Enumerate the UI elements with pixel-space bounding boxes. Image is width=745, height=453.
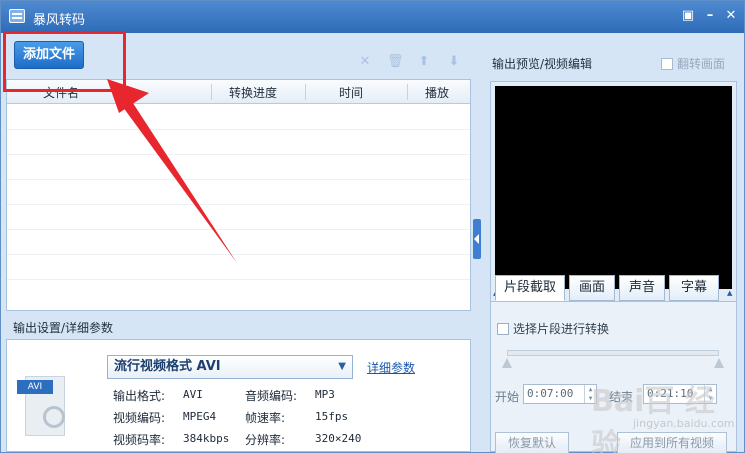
video-preview-screen	[495, 86, 732, 289]
column-header-play[interactable]: 播放	[425, 84, 449, 101]
list-row-line	[7, 204, 470, 205]
tab-sound[interactable]: 声音	[619, 275, 665, 301]
title-bar: 暴风转码 ▣ – ✕	[1, 1, 744, 33]
slider-start-handle[interactable]	[502, 358, 512, 368]
slider-end-handle[interactable]	[714, 358, 724, 368]
window-title: 暴风转码	[33, 13, 86, 28]
param-value: MP3	[315, 388, 335, 401]
format-selected-value: 流行视频格式 AVI	[114, 359, 221, 374]
format-dropdown[interactable]: 流行视频格式 AVI ▼	[107, 355, 353, 379]
param-value: 15fps	[315, 410, 349, 423]
tab-subtitle[interactable]: 字幕	[669, 275, 719, 301]
preview-section-label: 输出预览/视频编辑	[492, 57, 593, 71]
detail-params-link[interactable]: 详细参数	[367, 359, 415, 376]
flip-label: 翻转画面	[677, 57, 726, 71]
file-list-table[interactable]: 文件名 转换进度 时间 播放	[6, 79, 471, 311]
param-label: 视频编码:	[113, 411, 166, 425]
column-divider	[211, 84, 212, 100]
watermark: Bai百 经验	[591, 384, 715, 453]
output-settings-label: 输出设置/详细参数	[13, 321, 114, 335]
app-window: 暴风转码 ▣ – ✕ 添加文件 ✕ 🗑 ⬆ ⬇ 文件名 转换进度 时间 播放 输…	[0, 0, 745, 453]
play-icon	[43, 406, 65, 428]
clip-range-slider[interactable]	[507, 350, 719, 356]
arrow-up-icon[interactable]: ⬆	[417, 55, 431, 69]
checkbox-icon	[497, 323, 509, 335]
column-header-progress[interactable]: 转换进度	[229, 84, 277, 101]
skin-icon[interactable]: ▣	[679, 7, 697, 25]
param-value: MPEG4	[183, 410, 217, 423]
app-logo-icon	[9, 9, 25, 23]
close-icon[interactable]: ✕	[358, 55, 372, 69]
start-time-value: 0:07:00	[527, 387, 574, 400]
start-time-label: 开始	[495, 390, 520, 404]
flip-checkbox[interactable]: 翻转画面	[661, 55, 725, 72]
list-row-line	[7, 229, 470, 230]
minimize-button[interactable]: –	[701, 7, 719, 25]
tab-picture[interactable]: 画面	[569, 275, 615, 301]
close-button[interactable]: ✕	[722, 7, 740, 25]
segment-checkbox[interactable]: 选择片段进行转换	[497, 320, 609, 337]
checkbox-icon	[661, 58, 673, 70]
column-header-time[interactable]: 时间	[339, 84, 363, 101]
param-label: 视频码率:	[113, 433, 166, 447]
list-row-line	[7, 129, 470, 130]
reset-button[interactable]: 恢复默认	[495, 432, 569, 453]
param-label: 音频编码:	[245, 389, 298, 403]
edit-tabs: 片段截取 画面 声音 字幕	[495, 275, 735, 301]
param-value: 384kbps	[183, 432, 230, 445]
output-settings-panel: AVI 流行视频格式 AVI ▼ 详细参数 输出格式: AVI 音频编码: MP…	[6, 339, 471, 452]
param-label: 帧速率:	[245, 411, 286, 425]
avi-file-icon: AVI	[17, 372, 69, 438]
panel-collapse-handle[interactable]	[473, 219, 481, 259]
segment-checkbox-label: 选择片段进行转换	[513, 322, 610, 336]
column-divider	[407, 84, 408, 100]
column-divider	[305, 84, 306, 100]
param-value: 320×240	[315, 432, 362, 445]
start-time-input[interactable]: 0:07:00 ▲ ▼	[523, 384, 597, 404]
list-row-line	[7, 254, 470, 255]
arrow-down-icon[interactable]: ⬇	[447, 55, 461, 69]
tab-clip[interactable]: 片段截取	[495, 275, 565, 301]
param-label: 分辨率:	[245, 433, 286, 447]
list-row-line	[7, 279, 470, 280]
list-row-line	[7, 179, 470, 180]
watermark-url: jingyan.baidu.com	[633, 417, 735, 430]
avi-tag: AVI	[17, 380, 53, 394]
param-label: 输出格式:	[113, 389, 166, 403]
trash-icon[interactable]: 🗑	[387, 55, 404, 69]
video-preview-frame: ▲ ▲	[490, 81, 737, 303]
param-value: AVI	[183, 388, 203, 401]
list-row-line	[7, 154, 470, 155]
chevron-down-icon: ▼	[338, 361, 346, 372]
highlight-box	[3, 31, 126, 92]
